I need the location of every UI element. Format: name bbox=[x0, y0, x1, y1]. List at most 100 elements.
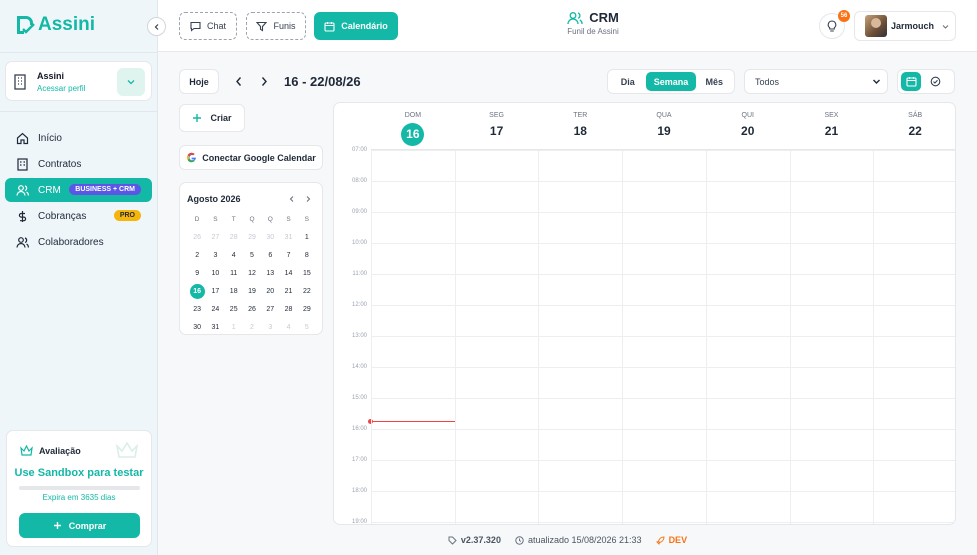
account-dropdown-button[interactable] bbox=[117, 68, 145, 96]
create-button[interactable]: Criar bbox=[179, 104, 245, 132]
hour-gridline bbox=[371, 181, 955, 182]
day-header[interactable]: QUI 20 bbox=[706, 103, 790, 149]
mini-calendar-day[interactable]: 8 bbox=[298, 246, 316, 264]
chat-icon bbox=[190, 21, 201, 32]
user-name: Jarmouch bbox=[891, 21, 935, 31]
mini-calendar-day[interactable]: 5 bbox=[298, 318, 316, 336]
mini-calendar-day[interactable]: 2 bbox=[188, 246, 206, 264]
mini-calendar-day[interactable]: 22 bbox=[298, 282, 316, 300]
mini-calendar-day[interactable]: 13 bbox=[261, 264, 279, 282]
mini-calendar-day[interactable]: 23 bbox=[188, 300, 206, 318]
logo[interactable]: Assini bbox=[14, 14, 95, 36]
mini-calendar-day[interactable]: 6 bbox=[261, 246, 279, 264]
mini-calendar-day[interactable]: 4 bbox=[225, 246, 243, 264]
sandbox-text[interactable]: Use Sandbox para testar bbox=[7, 467, 151, 479]
calendar-icon bbox=[905, 77, 917, 87]
mini-calendar-day[interactable]: 15 bbox=[298, 264, 316, 282]
mini-calendar-day[interactable]: 28 bbox=[225, 228, 243, 246]
day-header[interactable]: SEX 21 bbox=[790, 103, 874, 149]
view-month[interactable]: Mês bbox=[698, 72, 731, 91]
mini-calendar-day[interactable]: 29 bbox=[298, 300, 316, 318]
logo-icon bbox=[17, 16, 35, 34]
mode-toggle bbox=[897, 69, 955, 94]
mini-calendar-day[interactable]: 24 bbox=[206, 300, 224, 318]
mini-calendar-day[interactable]: 14 bbox=[279, 264, 297, 282]
day-header[interactable]: DOM 16 bbox=[371, 103, 455, 149]
hour-gridline bbox=[371, 274, 955, 275]
mini-calendar-day[interactable]: 5 bbox=[243, 246, 261, 264]
mini-calendar-day[interactable]: 27 bbox=[261, 300, 279, 318]
building-icon bbox=[17, 157, 28, 171]
collapse-sidebar-button[interactable] bbox=[147, 17, 166, 36]
mini-calendar-day[interactable]: 11 bbox=[225, 264, 243, 282]
mini-calendar-day[interactable]: 30 bbox=[188, 318, 206, 336]
account-card[interactable]: Assini Acessar perfil bbox=[5, 61, 152, 101]
lightbulb-icon bbox=[827, 19, 837, 32]
account-profile-link[interactable]: Acessar perfil bbox=[37, 84, 85, 93]
day-header[interactable]: SÁB 22 bbox=[873, 103, 955, 149]
day-header[interactable]: QUA 19 bbox=[622, 103, 706, 149]
plus-icon bbox=[53, 522, 61, 529]
filter-select[interactable]: Todos bbox=[744, 69, 888, 94]
chevron-left-icon[interactable] bbox=[234, 75, 244, 88]
hour-gridline bbox=[371, 491, 955, 492]
mini-calendar-day[interactable]: 7 bbox=[279, 246, 297, 264]
chevron-left-icon[interactable] bbox=[288, 195, 296, 203]
mini-calendar-day[interactable]: 25 bbox=[225, 300, 243, 318]
mini-calendar-day[interactable]: 26 bbox=[188, 228, 206, 246]
mini-calendar-day[interactable]: 1 bbox=[298, 228, 316, 246]
today-day-number: 16 bbox=[401, 123, 425, 146]
mini-calendar-day[interactable]: 17 bbox=[206, 282, 224, 300]
day-number: 21 bbox=[824, 124, 839, 138]
tab-chat[interactable]: Chat bbox=[179, 12, 237, 40]
tasks-mode-button[interactable] bbox=[925, 72, 945, 91]
hour-gridline bbox=[371, 336, 955, 337]
mini-calendar-day[interactable]: 18 bbox=[225, 282, 243, 300]
evaluation-header: Avaliação bbox=[20, 445, 81, 456]
tab-calendario[interactable]: Calendário bbox=[314, 12, 398, 40]
day-header[interactable]: TER 18 bbox=[538, 103, 622, 149]
sidebar-item-contratos[interactable]: Contratos bbox=[5, 152, 152, 176]
mini-calendar-day[interactable]: 30 bbox=[261, 228, 279, 246]
sidebar-item-crm[interactable]: CRM BUSINESS + CRM bbox=[5, 178, 152, 202]
mini-calendar-day[interactable]: 20 bbox=[261, 282, 279, 300]
mini-calendar-day[interactable]: 21 bbox=[279, 282, 297, 300]
mini-calendar-day[interactable]: 12 bbox=[243, 264, 261, 282]
hour-label: 15:00 bbox=[351, 395, 367, 401]
mini-calendar-day[interactable]: 26 bbox=[243, 300, 261, 318]
divider bbox=[0, 52, 158, 53]
sidebar-item-inicio[interactable]: Início bbox=[5, 126, 152, 150]
mini-calendar-day[interactable]: 29 bbox=[243, 228, 261, 246]
mini-calendar-day[interactable]: 4 bbox=[279, 318, 297, 336]
mini-calendar-day[interactable]: 16 bbox=[188, 282, 206, 300]
weekday-name: SÁB bbox=[908, 112, 923, 119]
sidebar-item-cobrancas[interactable]: Cobranças PRO bbox=[5, 204, 152, 228]
chevron-right-icon[interactable] bbox=[259, 75, 269, 88]
mini-calendar-day[interactable]: 3 bbox=[261, 318, 279, 336]
tab-funis[interactable]: Funis bbox=[246, 12, 306, 40]
mini-calendar-day[interactable]: 28 bbox=[279, 300, 297, 318]
mini-calendar-day[interactable]: 10 bbox=[206, 264, 224, 282]
view-week[interactable]: Semana bbox=[646, 72, 696, 91]
mini-calendar-day[interactable]: 27 bbox=[206, 228, 224, 246]
mini-calendar-month: Agosto 2026 bbox=[187, 194, 241, 204]
sidebar-item-colaboradores[interactable]: Colaboradores bbox=[5, 230, 152, 254]
calendar-body[interactable]: 07:00 08:00 09:00 10:00 11:00 12:00 13:00 14:00… bbox=[334, 147, 955, 524]
mini-calendar-day[interactable]: 9 bbox=[188, 264, 206, 282]
plan-badge: BUSINESS + CRM bbox=[69, 184, 141, 195]
mini-calendar-day[interactable]: 2 bbox=[243, 318, 261, 336]
day-header[interactable]: SEG 17 bbox=[455, 103, 539, 149]
view-day[interactable]: Dia bbox=[611, 72, 644, 91]
google-calendar-button[interactable]: Conectar Google Calendar bbox=[179, 145, 323, 170]
mini-calendar-day[interactable]: 31 bbox=[206, 318, 224, 336]
buy-button[interactable]: Comprar bbox=[19, 513, 140, 538]
calendar-mode-button[interactable] bbox=[901, 72, 921, 91]
mini-calendar-day[interactable]: 19 bbox=[243, 282, 261, 300]
weekday-label: Q bbox=[267, 215, 273, 223]
mini-calendar-day[interactable]: 31 bbox=[279, 228, 297, 246]
chevron-right-icon[interactable] bbox=[304, 195, 312, 203]
mini-calendar-day[interactable]: 3 bbox=[206, 246, 224, 264]
mini-calendar-day[interactable]: 1 bbox=[225, 318, 243, 336]
today-button[interactable]: Hoje bbox=[179, 69, 219, 94]
user-menu[interactable]: Jarmouch bbox=[854, 11, 956, 41]
